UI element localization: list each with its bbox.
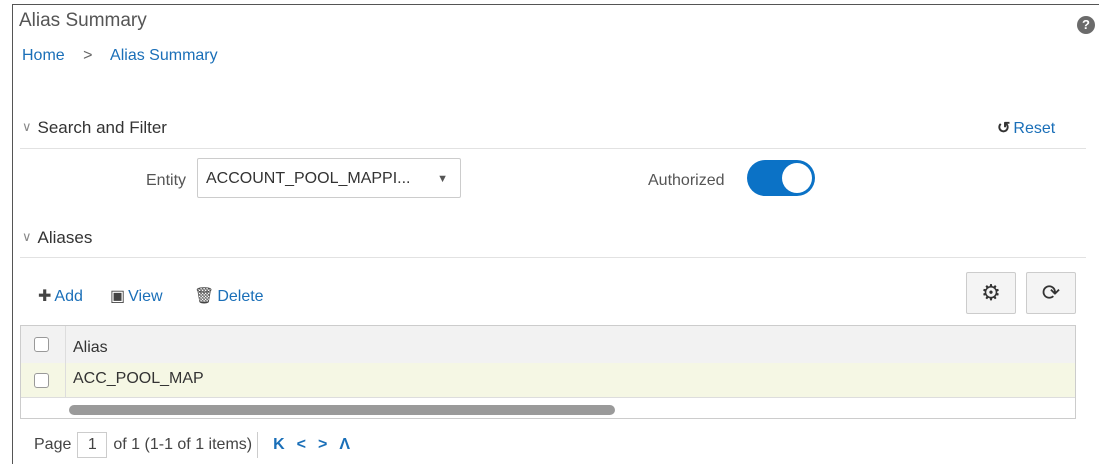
column-header-alias[interactable]: Alias: [73, 339, 108, 357]
refresh-settings-button[interactable]: ⟳: [1026, 272, 1076, 314]
add-label: Add: [54, 288, 83, 305]
breadcrumb-home-link[interactable]: Home: [22, 47, 65, 64]
toggle-knob: [782, 163, 812, 193]
pagination: Page 1 of 1 (1-1 of 1 items) K < > Ʌ: [34, 432, 356, 458]
search-filter-header[interactable]: ∨ Search and Filter: [22, 118, 167, 138]
entity-select[interactable]: ACCOUNT_POOL_MAPPI... ▼: [197, 158, 461, 198]
view-document-icon: ▣: [110, 288, 126, 305]
entity-label: Entity: [146, 172, 187, 189]
help-icon[interactable]: ?: [1077, 16, 1095, 34]
dropdown-arrow-icon: ▼: [437, 173, 448, 185]
reset-label: Reset: [1013, 120, 1056, 137]
delete-label: Delete: [217, 288, 264, 305]
delete-button[interactable]: 🗑 Delete: [194, 286, 264, 306]
page-number-input[interactable]: 1: [77, 432, 108, 458]
divider: [20, 148, 1086, 149]
breadcrumb-current-link[interactable]: Alias Summary: [110, 47, 218, 64]
horizontal-scrollbar[interactable]: [69, 405, 615, 415]
save-settings-button[interactable]: ⚙: [966, 272, 1016, 314]
divider: [20, 257, 1086, 258]
column-divider: [65, 326, 66, 397]
alias-cell: ACC_POOL_MAP: [73, 370, 204, 387]
first-page-button[interactable]: K: [273, 436, 285, 453]
table-row[interactable]: ACC_POOL_MAP: [21, 363, 1075, 398]
breadcrumb-separator: >: [83, 47, 93, 64]
authorized-label: Authorized: [648, 172, 725, 189]
refresh-gear-icon: ⟳: [1041, 280, 1061, 305]
reset-button[interactable]: ↺ Reset: [997, 118, 1055, 138]
reset-icon: ↺: [997, 120, 1011, 137]
breadcrumb: Home > Alias Summary: [22, 47, 218, 65]
aliases-heading: Aliases: [37, 228, 93, 247]
last-page-button[interactable]: Ʌ: [339, 436, 350, 453]
table-header: Alias: [21, 326, 1075, 364]
view-button[interactable]: ▣ View: [110, 286, 163, 306]
chevron-down-icon: ∨: [22, 119, 32, 134]
entity-select-value: ACCOUNT_POOL_MAPPI...: [206, 170, 411, 187]
view-label: View: [128, 288, 163, 305]
page-title: Alias Summary: [19, 10, 147, 31]
next-page-button[interactable]: >: [318, 436, 327, 453]
divider: [257, 432, 259, 458]
select-all-checkbox[interactable]: [34, 337, 49, 352]
chevron-down-icon: ∨: [22, 229, 32, 244]
save-gear-icon: ⚙: [981, 280, 1001, 305]
row-checkbox[interactable]: [34, 373, 49, 388]
trash-icon: 🗑: [194, 288, 215, 305]
aliases-header[interactable]: ∨ Aliases: [22, 228, 92, 248]
plus-icon: ✚: [38, 288, 52, 305]
alias-table: Alias ACC_POOL_MAP: [20, 325, 1076, 419]
page-summary: of 1 (1-1 of 1 items): [113, 436, 253, 454]
authorized-toggle[interactable]: [747, 160, 815, 196]
previous-page-button[interactable]: <: [297, 436, 306, 453]
search-filter-heading: Search and Filter: [37, 118, 167, 137]
page-label: Page: [34, 436, 72, 454]
add-button[interactable]: ✚ Add: [38, 286, 83, 306]
